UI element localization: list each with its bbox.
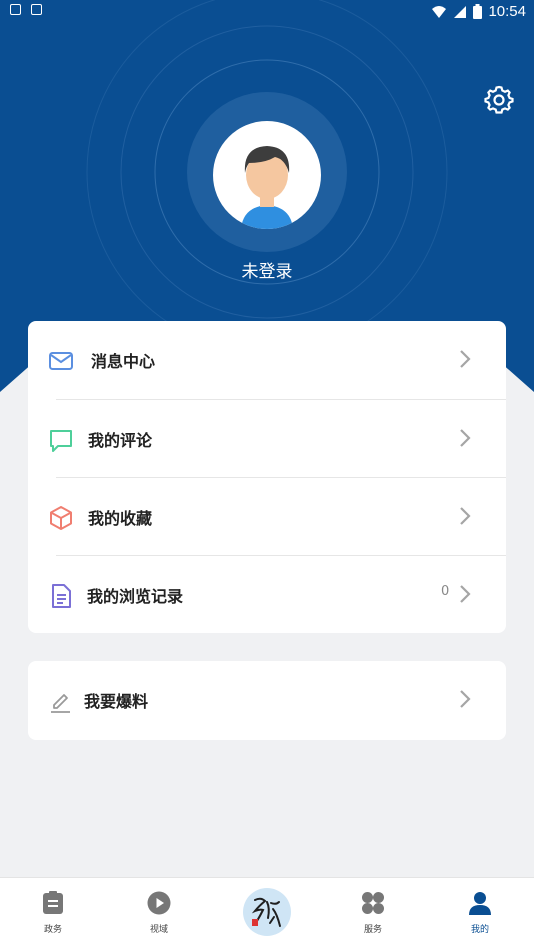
- tab-label: 我的: [470, 925, 489, 935]
- settings-gear-icon[interactable]: [484, 84, 514, 114]
- tab-government[interactable]: 政务: [0, 878, 106, 949]
- chevron-right-icon: [460, 350, 471, 368]
- menu-item-report[interactable]: 我要爆料: [28, 661, 506, 739]
- clipboard-icon: [43, 891, 63, 914]
- tab-label: 服务: [363, 925, 382, 935]
- comment-icon: [50, 430, 72, 452]
- menu-label: 我的评论: [88, 431, 153, 450]
- calligraphy-logo[interactable]: [243, 888, 291, 936]
- avatar[interactable]: [213, 121, 321, 229]
- document-icon: [52, 584, 71, 608]
- tab-label: 视域: [149, 925, 168, 935]
- tab-video[interactable]: 视域: [106, 878, 212, 949]
- status-time: 10:54: [488, 3, 526, 20]
- menu-label: 我要爆料: [84, 692, 149, 711]
- menu-label: 消息中心: [91, 352, 156, 371]
- tab-mine[interactable]: 我的: [427, 878, 533, 949]
- tab-services[interactable]: 服务: [320, 878, 426, 949]
- menu-label: 我的收藏: [88, 509, 153, 528]
- wifi-icon: [432, 5, 447, 18]
- menu-item-messages[interactable]: 消息中心: [28, 321, 506, 399]
- menu-item-favorites[interactable]: 我的收藏: [28, 478, 506, 556]
- notification-icon: [10, 4, 21, 15]
- grid-icon: [362, 892, 384, 914]
- chevron-right-icon: [460, 507, 471, 525]
- status-bar: 10:54: [0, 0, 534, 24]
- user-icon: [469, 892, 491, 915]
- history-count: 0: [441, 584, 450, 599]
- login-prompt[interactable]: 未登录: [0, 257, 534, 282]
- menu-item-history[interactable]: 我的浏览记录 0: [28, 556, 506, 634]
- signal-icon: [454, 5, 467, 18]
- menu-label: 我的浏览记录: [87, 587, 184, 606]
- pencil-icon: [51, 694, 70, 713]
- mail-icon: [49, 352, 73, 370]
- battery-icon: [473, 4, 483, 19]
- chevron-right-icon: [460, 585, 471, 603]
- menu-item-comments[interactable]: 我的评论: [28, 400, 506, 478]
- box-icon: [50, 506, 72, 530]
- menu-card: 消息中心 我的评论 我的收藏 我的浏览记录 0: [28, 321, 506, 633]
- chevron-right-icon: [460, 690, 471, 708]
- tab-label: 政务: [43, 925, 62, 935]
- app-icon: [31, 4, 42, 15]
- play-icon: [147, 891, 171, 915]
- chevron-right-icon: [460, 429, 471, 447]
- report-card: 我要爆料: [28, 661, 506, 740]
